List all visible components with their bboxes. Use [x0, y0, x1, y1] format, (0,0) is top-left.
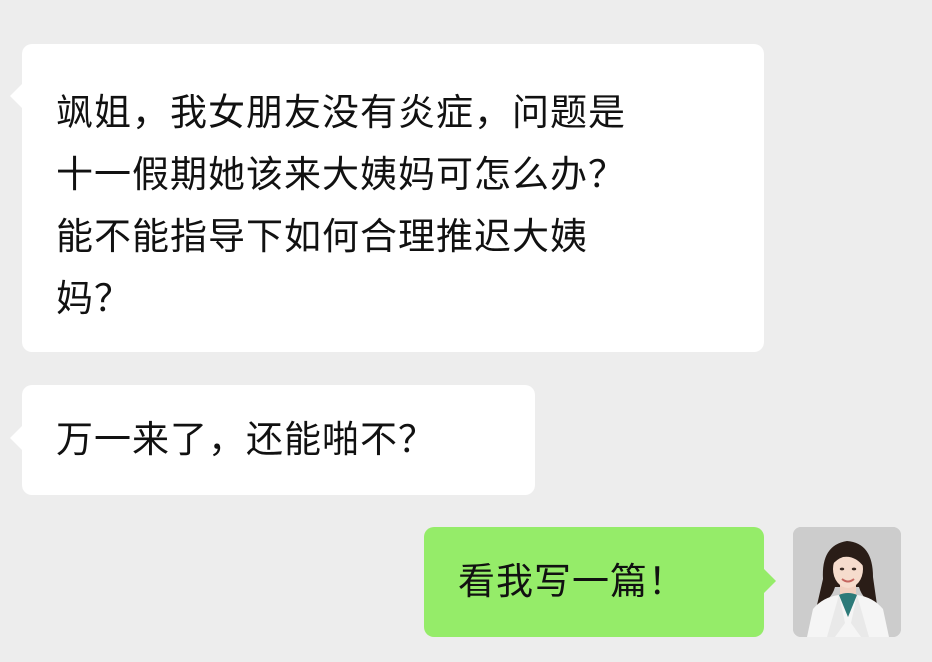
message-text: 看我写一篇！ [458, 560, 686, 603]
message-text: 飒姐，我女朋友没有炎症，问题是 十一假期她该来大姨妈可怎么办？ 能不能指导下如何… [56, 91, 626, 320]
message-text: 万一来了，还能啪不？ [56, 418, 436, 461]
incoming-message-bubble[interactable]: 万一来了，还能啪不？ [10, 385, 535, 495]
incoming-message-bubble[interactable]: 飒姐，我女朋友没有炎症，问题是 十一假期她该来大姨妈可怎么办？ 能不能指导下如何… [10, 44, 764, 352]
doctor-avatar-icon[interactable] [793, 527, 901, 637]
outgoing-message-bubble[interactable]: 看我写一篇！ [424, 527, 776, 637]
chat-window: 飒姐，我女朋友没有炎症，问题是 十一假期她该来大姨妈可怎么办？ 能不能指导下如何… [0, 0, 932, 662]
